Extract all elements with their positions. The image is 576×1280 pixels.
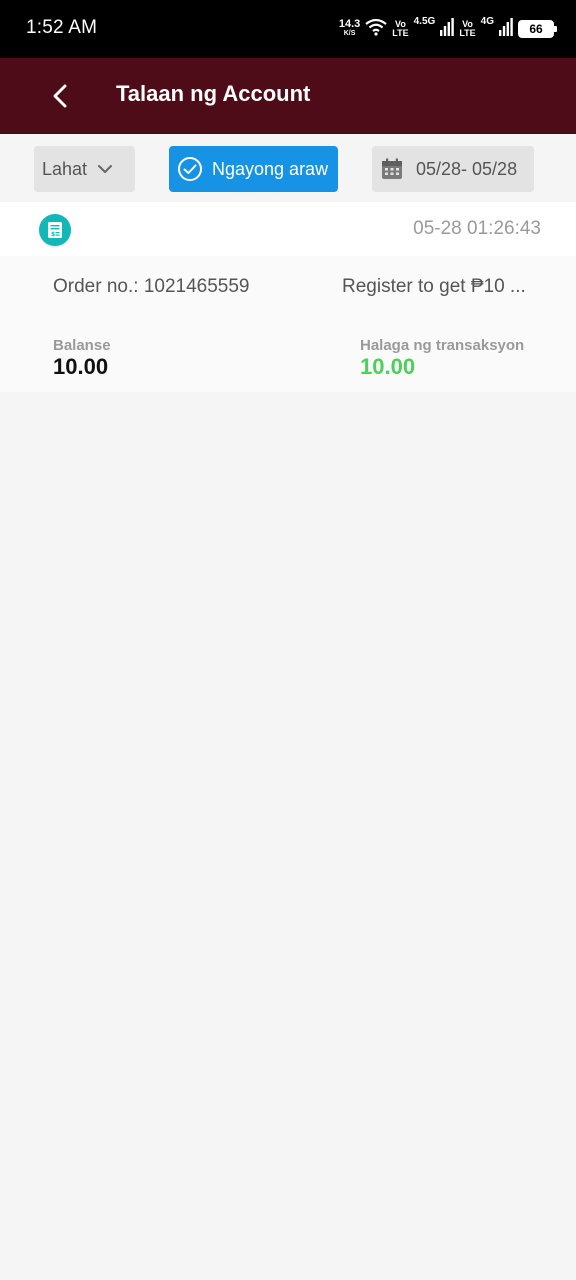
app-header: Talaan ng Account	[0, 58, 576, 134]
filter-bar: Lahat Ngayong araw 05/28- 05/28	[0, 134, 576, 202]
page-title: Talaan ng Account	[116, 81, 311, 106]
transaction-card-header: $ 05-28 01:26:43	[0, 202, 576, 256]
battery-icon: 66	[518, 20, 557, 38]
calendar-icon	[382, 158, 402, 179]
sim2-volte-indicator: Vo LTE	[459, 20, 475, 38]
check-circle-icon	[178, 157, 202, 181]
status-time: 1:52 AM	[26, 17, 98, 38]
filter-today-button[interactable]: Ngayong araw	[169, 146, 338, 192]
filter-type-dropdown[interactable]: Lahat	[34, 146, 135, 192]
status-indicators: 14.3 K/S Vo LTE 4.5G Vo LTE 4G 66	[338, 14, 557, 44]
sim2-network-type: 4G	[480, 16, 494, 27]
transaction-amount-value: 10.00	[360, 354, 416, 379]
wifi-icon	[365, 18, 387, 41]
transaction-amount-label: Halaga ng transaksyon	[360, 337, 525, 354]
order-number: Order no.: 1021465559	[53, 276, 250, 297]
filter-today-label: Ngayong araw	[212, 158, 329, 179]
sim2-volte-bottom: LTE	[459, 28, 476, 38]
receipt-icon: $	[39, 214, 71, 246]
battery-level: 66	[529, 22, 543, 36]
transaction-card[interactable]: $ 05-28 01:26:43 Order no.: 1021465559 R…	[0, 202, 576, 392]
network-speed: 14.3 K/S	[338, 18, 361, 38]
back-button[interactable]	[40, 76, 80, 116]
chevron-down-icon	[98, 165, 113, 173]
sim1-volte-indicator: Vo LTE	[392, 20, 408, 38]
network-speed-unit: K/S	[343, 30, 356, 37]
balance-label: Balanse	[53, 337, 111, 354]
transaction-description: Register to get ₱10 ...	[342, 276, 526, 297]
transaction-card-body: Order no.: 1021465559 Register to get ₱1…	[0, 256, 576, 392]
sim1-network-type: 4.5G	[413, 16, 436, 27]
date-range-label: 05/28- 05/28	[416, 158, 518, 179]
svg-text:$: $	[51, 231, 55, 238]
network-speed-value: 14.3	[338, 18, 361, 30]
balance-value: 10.00	[53, 354, 109, 379]
chevron-left-icon	[53, 84, 67, 108]
signal-icon	[499, 17, 513, 41]
status-bar: 1:52 AM 14.3 K/S Vo LTE 4.5G Vo LTE 4G 6…	[0, 0, 576, 58]
sim1-volte-bottom: LTE	[392, 28, 409, 38]
signal-icon	[440, 17, 455, 41]
date-range-picker[interactable]: 05/28- 05/28	[372, 146, 534, 192]
filter-type-label: Lahat	[42, 158, 88, 179]
transaction-time: 05-28 01:26:43	[413, 218, 541, 239]
